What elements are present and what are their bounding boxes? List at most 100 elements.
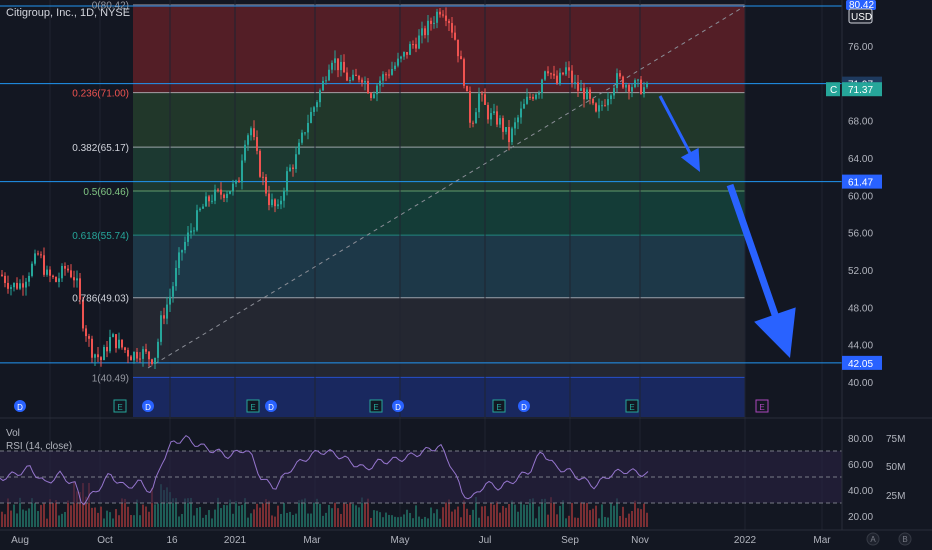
volume-bar	[526, 504, 528, 527]
candle-body	[28, 275, 30, 282]
candle-body	[337, 58, 339, 71]
candle-body	[43, 255, 45, 275]
volume-bar	[292, 514, 294, 527]
candle-body	[331, 62, 333, 70]
volume-bar	[430, 507, 432, 527]
volume-bar	[433, 513, 435, 527]
candle-body	[70, 270, 72, 278]
volume-bar	[301, 499, 303, 527]
volume-bar	[595, 505, 597, 527]
candle-body	[517, 117, 519, 123]
candle-body	[421, 28, 423, 36]
candle-body	[568, 67, 570, 71]
price-tick-label: 40.00	[848, 378, 873, 389]
candle-body	[229, 190, 231, 194]
candle-body	[463, 59, 465, 86]
candle-body	[244, 144, 246, 161]
candle-body	[160, 315, 162, 342]
candle-body	[364, 80, 366, 83]
candle-body	[316, 102, 318, 108]
candle-body	[631, 87, 633, 92]
candle-body	[7, 282, 9, 289]
volume-bar	[1, 511, 3, 527]
candle-body	[619, 73, 621, 77]
candle-body	[400, 56, 402, 59]
volume-bar	[133, 515, 135, 527]
candle-body	[112, 334, 114, 338]
volume-bar	[586, 502, 588, 527]
fib-retracement-zones	[133, 4, 745, 417]
volume-bar	[472, 509, 474, 527]
chart-canvas[interactable]: 0(80.42)0.236(71.00)0.382(65.17)0.5(60.4…	[0, 0, 932, 550]
candle-body	[487, 104, 489, 120]
time-tick-label: May	[391, 535, 410, 546]
candle-body	[628, 84, 630, 92]
symbol-badge-label: C	[830, 85, 837, 96]
volume-bar	[613, 505, 615, 527]
volume-bar	[118, 515, 120, 527]
event-marker-letter: E	[496, 403, 501, 412]
candle-body	[544, 71, 546, 80]
fib-zone	[133, 4, 745, 93]
candle-body	[373, 94, 375, 98]
candle-body	[523, 103, 525, 109]
volume-bar	[268, 500, 270, 527]
volume-bar	[277, 505, 279, 527]
rsi-tick-label: 20.00	[848, 512, 873, 523]
volume-bar	[346, 503, 348, 527]
volume-bar	[469, 515, 471, 527]
volume-bar	[298, 500, 300, 527]
candle-body	[286, 171, 288, 191]
volume-bar	[124, 498, 126, 527]
volume-bar	[322, 515, 324, 527]
candle-body	[589, 89, 591, 99]
candle-body	[355, 74, 357, 76]
volume-bar	[241, 504, 243, 527]
candle-body	[172, 286, 174, 297]
volume-bar	[385, 512, 387, 527]
fib-level-label: 0.236(71.00)	[72, 89, 129, 100]
candle-body	[538, 92, 540, 95]
candle-body	[190, 230, 192, 233]
event-marker-letter: E	[629, 403, 634, 412]
event-marker-letter: D	[395, 403, 401, 412]
volume-bar	[196, 508, 198, 527]
price-tag-label: 42.05	[848, 359, 873, 370]
volume-bar	[646, 512, 648, 527]
candle-body	[493, 111, 495, 114]
volume-bar	[598, 518, 600, 527]
candle-body	[592, 98, 594, 104]
time-axis[interactable]: Aug Oct 16 2021 Mar May Jul Sep Nov 2022 Mar A B	[0, 529, 932, 550]
volume-bar	[214, 509, 216, 527]
candle-body	[502, 118, 504, 132]
volume-bar	[331, 508, 333, 527]
candle-body	[520, 108, 522, 118]
volume-bar	[538, 506, 540, 527]
candle-body	[526, 96, 528, 104]
volume-bar	[340, 513, 342, 527]
volume-bar	[283, 502, 285, 527]
volume-bar	[10, 510, 12, 527]
volume-bar	[109, 512, 111, 527]
volume-label: Vol	[6, 428, 20, 439]
candle-body	[532, 96, 534, 99]
event-marker-letter: E	[759, 403, 764, 412]
candle-body	[319, 90, 321, 103]
volume-bar	[484, 506, 486, 527]
candle-body	[154, 357, 156, 364]
volume-bar	[271, 515, 273, 527]
candle-body	[115, 334, 117, 349]
volume-bar	[334, 502, 336, 527]
volume-bar	[364, 503, 366, 527]
time-tick-label: 16	[166, 535, 178, 546]
volume-bar	[112, 518, 114, 527]
volume-bar	[178, 516, 180, 527]
volume-bar	[64, 511, 66, 527]
rsi-tick-label: 80.00	[848, 434, 873, 445]
candle-body	[298, 142, 300, 155]
volume-bar	[97, 512, 99, 527]
candle-body	[121, 339, 123, 348]
candle-body	[259, 150, 261, 177]
candle-body	[370, 93, 372, 98]
candle-body	[136, 351, 138, 359]
